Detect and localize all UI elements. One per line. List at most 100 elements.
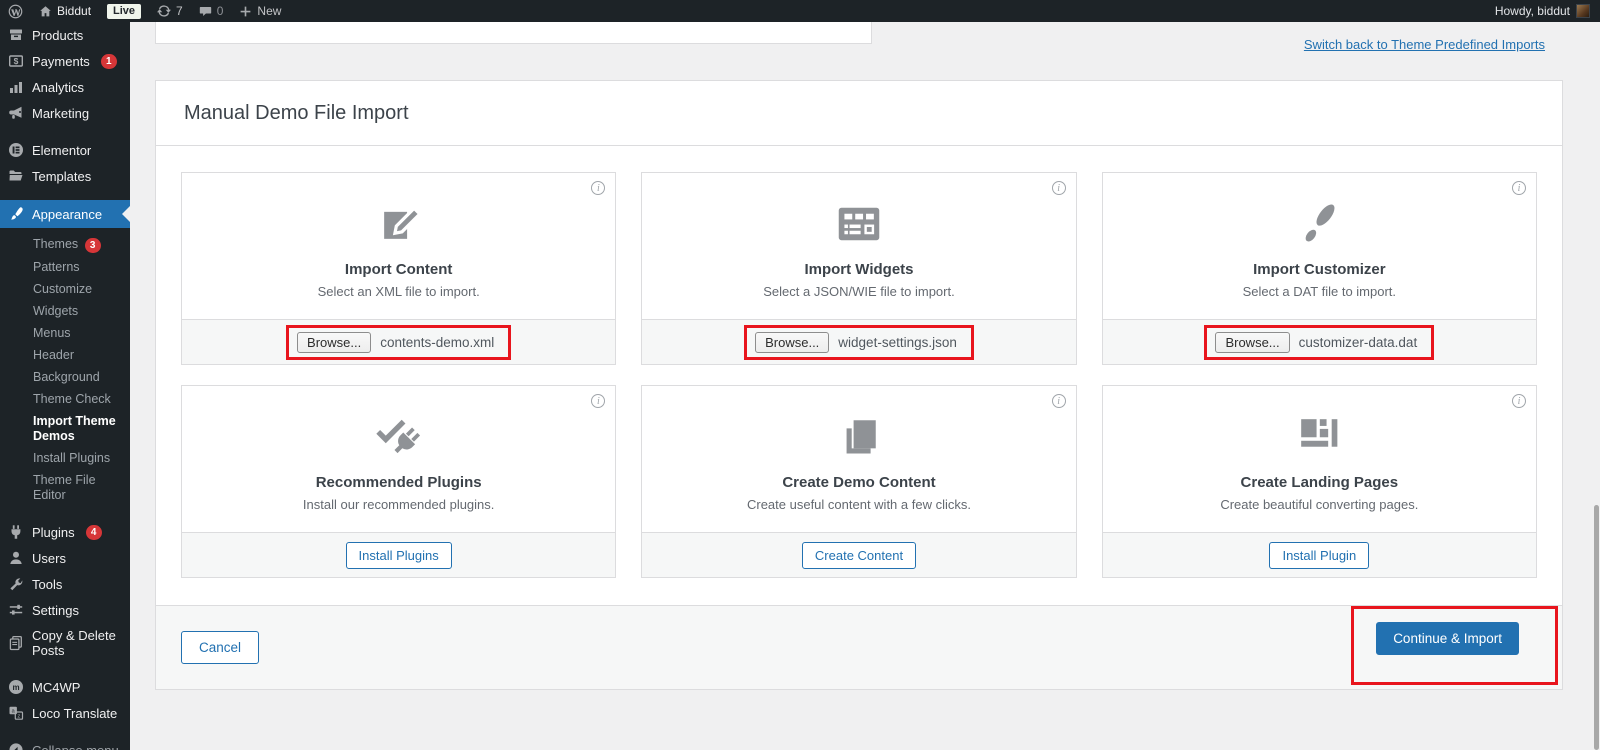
browse-button[interactable]: Browse...	[1215, 332, 1289, 353]
vertical-scrollbar[interactable]	[1594, 505, 1599, 750]
analytics-icon	[8, 79, 24, 95]
sidebar-item[interactable]: Marketing	[0, 100, 130, 126]
continue-button-annotation: Continue & Import	[1351, 606, 1558, 685]
continue-import-button[interactable]: Continue & Import	[1376, 622, 1519, 655]
submenu-item[interactable]: Install Plugins	[0, 448, 130, 470]
sidebar-item-label: Elementor	[32, 143, 91, 158]
previous-section-remnant	[155, 22, 872, 44]
import-card: Recommended Plugins Install our recommen…	[181, 385, 616, 578]
browse-button[interactable]: Browse...	[297, 332, 371, 353]
sidebar-item[interactable]: Analytics	[0, 74, 130, 100]
card-footer: Browse... customizer-data.dat	[1103, 319, 1536, 364]
selected-file-name: contents-demo.xml	[380, 335, 494, 350]
sidebar-item[interactable]: Templates	[0, 163, 130, 189]
sidebar-menu-bottom: Plugins 4 Users Tools Settings	[0, 519, 130, 750]
submenu-item[interactable]: Header	[0, 345, 130, 367]
file-upload-annotation: Browse... widget-settings.json	[744, 325, 974, 360]
sidebar-item-label: Loco Translate	[32, 706, 117, 721]
submenu-item[interactable]: Menus	[0, 323, 130, 345]
card-subtitle: Select an XML file to import.	[318, 284, 480, 299]
import-content-icon	[372, 197, 426, 251]
comment-count: 0	[217, 4, 224, 18]
info-icon[interactable]	[1052, 181, 1066, 195]
live-badge: Live	[107, 4, 141, 19]
create-landing-pages-icon	[1292, 410, 1346, 464]
sidebar-item-label: Settings	[32, 603, 79, 618]
sidebar-item-label: Copy & Delete Posts	[32, 628, 124, 658]
card-action-button[interactable]: Create Content	[802, 542, 916, 569]
card-subtitle: Select a DAT file to import.	[1243, 284, 1396, 299]
submenu-item-label: Theme File Editor	[33, 473, 96, 502]
updates-menu[interactable]: 7	[149, 0, 191, 22]
submenu-item[interactable]: Background	[0, 367, 130, 389]
elementor-icon	[8, 142, 24, 158]
submenu-item-label: Patterns	[33, 260, 80, 274]
info-icon[interactable]	[1512, 181, 1526, 195]
browse-button[interactable]: Browse...	[755, 332, 829, 353]
info-icon[interactable]	[1052, 394, 1066, 408]
sidebar-item[interactable]: Elementor	[0, 137, 130, 163]
sidebar-item[interactable]: Copy & Delete Posts	[0, 623, 130, 663]
card-action-button[interactable]: Install Plugins	[346, 542, 452, 569]
sidebar-item[interactable]: Settings	[0, 597, 130, 623]
info-icon[interactable]	[1512, 394, 1526, 408]
svg-text:$: $	[14, 56, 19, 66]
new-label: New	[257, 4, 281, 18]
comments-menu[interactable]: 0	[191, 0, 232, 22]
sidebar-item[interactable]: Collapse menu	[0, 737, 130, 750]
submenu-item[interactable]: Themes 3	[0, 234, 130, 257]
submenu-item[interactable]: Theme File Editor	[0, 470, 130, 507]
sidebar-item[interactable]: Tools	[0, 571, 130, 597]
cancel-button[interactable]: Cancel	[181, 631, 259, 664]
sidebar-item[interactable]: Products	[0, 22, 130, 48]
new-content-menu[interactable]: New	[231, 0, 289, 22]
card-title: Recommended Plugins	[316, 474, 482, 491]
selected-file-name: widget-settings.json	[838, 335, 957, 350]
sidebar-item[interactable]: az Loco Translate	[0, 700, 130, 726]
live-status[interactable]: Live	[99, 0, 149, 22]
sidebar-item[interactable]: Plugins 4	[0, 519, 130, 545]
sidebar-item[interactable]: Users	[0, 545, 130, 571]
templates-icon	[8, 168, 24, 184]
payments-icon: $	[8, 53, 24, 69]
submenu-item[interactable]: Widgets	[0, 301, 130, 323]
selected-file-name: customizer-data.dat	[1299, 335, 1418, 350]
sidebar-item-label: Plugins	[32, 525, 75, 540]
howdy-text[interactable]: Howdy, biddut	[1495, 4, 1570, 18]
create-demo-content-icon	[832, 410, 886, 464]
loco-translate-icon: az	[8, 705, 24, 721]
submenu-item-label: Widgets	[33, 304, 78, 318]
user-avatar[interactable]	[1576, 4, 1590, 18]
appearance-submenu: Themes 3 Patterns Customize Widgets Menu…	[0, 228, 130, 519]
sidebar-item-label: Tools	[32, 577, 62, 592]
sidebar-item-label: Users	[32, 551, 66, 566]
sidebar-item[interactable]: m MC4WP	[0, 674, 130, 700]
import-cards-grid: Import Content Select an XML file to imp…	[156, 146, 1562, 605]
submenu-item-label: Install Plugins	[33, 451, 110, 465]
sidebar-item-label: Appearance	[32, 207, 102, 222]
marketing-icon	[8, 105, 24, 121]
sidebar-item-label: Templates	[32, 169, 91, 184]
import-card: Import Customizer Select a DAT file to i…	[1102, 172, 1537, 365]
plus-icon	[239, 5, 252, 18]
card-footer: Install Plugin	[1103, 532, 1536, 577]
card-subtitle: Create beautiful converting pages.	[1220, 497, 1418, 512]
sidebar-item-appearance[interactable]: Appearance	[0, 200, 130, 228]
tools-icon	[8, 576, 24, 592]
card-title: Import Content	[345, 261, 452, 278]
wordpress-menu[interactable]	[0, 0, 31, 22]
submenu-item[interactable]: Theme Check	[0, 389, 130, 411]
site-menu[interactable]: Biddut	[31, 0, 99, 22]
submenu-item[interactable]: Customize	[0, 279, 130, 301]
update-count: 7	[176, 4, 183, 18]
switch-imports-link[interactable]: Switch back to Theme Predefined Imports	[1304, 37, 1545, 52]
sidebar-item[interactable]: $ Payments 1	[0, 48, 130, 74]
admin-sidebar: Products $ Payments 1 Analytics Marketin…	[0, 22, 130, 750]
submenu-item[interactable]: Import Theme Demos	[0, 411, 130, 448]
home-icon	[39, 5, 52, 18]
submenu-item-label: Theme Check	[33, 392, 111, 406]
comment-icon	[199, 5, 212, 18]
submenu-item[interactable]: Patterns	[0, 257, 130, 279]
manual-import-panel: Manual Demo File Import Import Content S…	[155, 80, 1563, 690]
card-action-button[interactable]: Install Plugin	[1269, 542, 1369, 569]
